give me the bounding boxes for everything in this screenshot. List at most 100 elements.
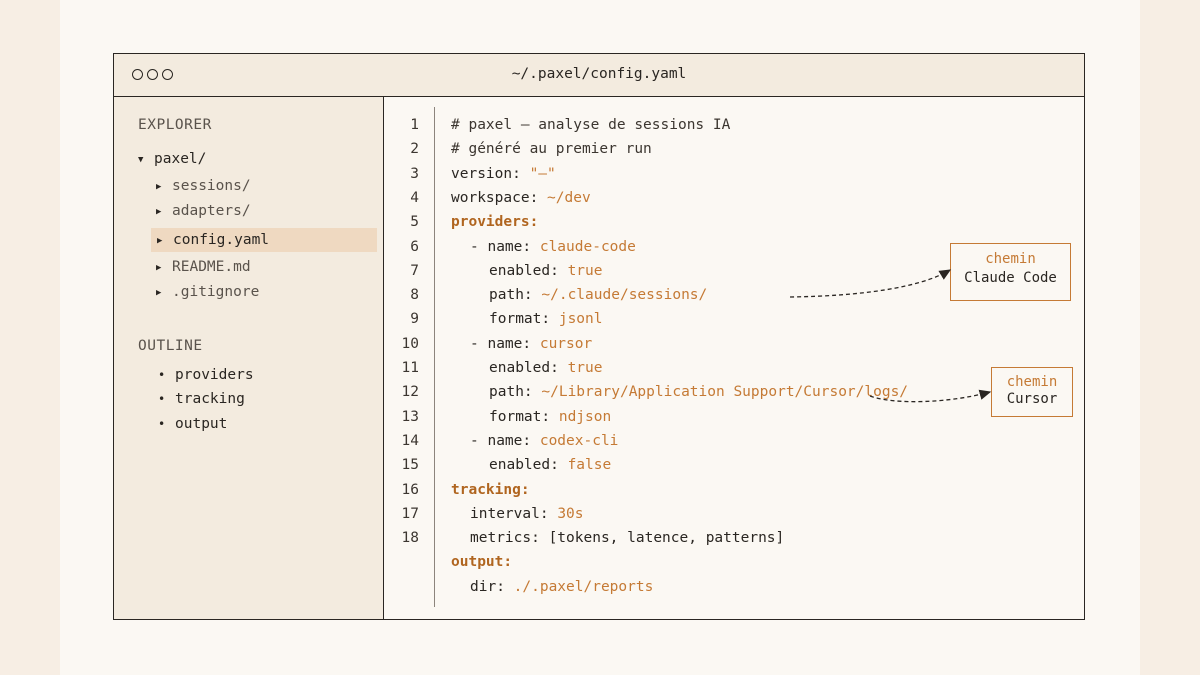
code-line[interactable]: - name: codex-cli	[470, 429, 618, 453]
bullet-icon: •	[158, 392, 166, 406]
line-number: 11	[401, 360, 419, 376]
outline-item-label: tracking	[175, 391, 245, 407]
code-key: metrics: [tokens, latence, patterns]	[470, 530, 785, 547]
gutter-divider	[434, 107, 435, 607]
tree-folder-sessions[interactable]: ▶ sessions/	[156, 174, 251, 198]
line-number: 3	[410, 165, 419, 182]
code-value: jsonl	[558, 311, 603, 328]
tree-folder-paxel[interactable]: ▼ paxel/	[138, 147, 206, 171]
chevron-right-icon: ▶	[156, 288, 162, 298]
callout-label: chemin	[985, 251, 1036, 267]
code-line[interactable]: # paxel — analyse de sessions IA	[451, 113, 730, 137]
title-bar: ~/.paxel/config.yaml	[114, 54, 1084, 97]
code-key: path:	[489, 287, 542, 304]
code-key: format:	[489, 408, 559, 425]
window-title: ~/.paxel/config.yaml	[511, 66, 687, 82]
callout-target: Claude Code	[964, 270, 1057, 286]
code-value: claude-code	[539, 238, 636, 255]
editor-window: ~/.paxel/config.yaml EXPLORER ▼ paxel/ ▶ s…	[113, 53, 1085, 620]
code-section-key: tracking:	[451, 481, 530, 498]
code-key: path:	[489, 384, 542, 401]
callout-claude-code: chemin Claude Code	[950, 243, 1071, 301]
code-line[interactable]: path: ~/.claude/sessions/	[489, 283, 707, 307]
code-key: format:	[489, 311, 559, 328]
code-line[interactable]: enabled: true	[489, 259, 603, 283]
outline-item-providers[interactable]: • providers	[158, 363, 254, 387]
code-key: enabled:	[489, 360, 568, 376]
line-number: 17	[401, 505, 419, 522]
chevron-right-icon: ▶	[156, 263, 162, 273]
callout-label: chemin	[1006, 374, 1058, 390]
code-line[interactable]: workspace: ~/dev	[451, 186, 591, 210]
callout-cursor: chemin Cursor	[991, 367, 1073, 417]
tree-item-label: sessions/	[172, 178, 251, 194]
code-key: enabled:	[489, 457, 568, 474]
line-number: 10	[401, 335, 419, 352]
code-value: "—"	[529, 165, 556, 182]
code-value: ~/dev	[547, 189, 591, 206]
code-line[interactable]: interval: 30s	[470, 502, 584, 526]
code-line[interactable]: path: ~/Library/Application Support/Curs…	[489, 380, 908, 404]
code-editor[interactable]: 1 2 3 4 5 6 7 8 9 10 11 12 13 14 15 16 17 18 # paxel — ana…	[384, 97, 1084, 619]
code-key: - name:	[470, 238, 540, 255]
line-number: 12	[401, 384, 419, 401]
code-value: codex-cli	[539, 432, 619, 449]
code-key: - name:	[470, 432, 540, 449]
code-line[interactable]: providers:	[451, 210, 538, 234]
line-number: 14	[401, 432, 419, 449]
code-line[interactable]: enabled: true	[489, 356, 603, 380]
outline-title: OUTLINE	[138, 338, 203, 354]
tree-item-label: paxel/	[154, 151, 207, 167]
code-line[interactable]: version: "—"	[451, 162, 556, 186]
code-key: workspace:	[451, 189, 548, 206]
outline-item-label: output	[175, 416, 228, 432]
chevron-right-icon: ▶	[156, 207, 162, 217]
code-value: ./.paxel/reports	[513, 578, 654, 595]
code-line[interactable]: metrics: [tokens, latence, patterns]	[470, 526, 784, 550]
outline-item-output[interactable]: • output	[158, 412, 227, 436]
outline-item-tracking[interactable]: • tracking	[158, 387, 245, 411]
code-key: version:	[451, 165, 530, 182]
line-number: 2	[410, 141, 419, 158]
chevron-right-icon: ▶	[156, 182, 162, 192]
code-value: cursor	[539, 335, 593, 352]
code-line[interactable]: dir: ./.paxel/reports	[470, 575, 653, 599]
code-section-key: output:	[451, 554, 513, 571]
code-line[interactable]: - name: claude-code	[470, 235, 636, 259]
code-value: false	[567, 457, 612, 474]
code-value: ~/Library/Application Support/Cursor/log…	[541, 384, 909, 401]
tree-folder-adapters[interactable]: ▶ adapters/	[156, 199, 251, 223]
line-number: 15	[401, 457, 419, 474]
code-value: ndjson	[558, 408, 612, 425]
tree-file-config-yaml[interactable]: ▶ config.yaml	[151, 228, 377, 252]
line-number: 5	[410, 214, 419, 231]
chevron-down-icon: ▼	[138, 155, 144, 165]
tree-file-readme[interactable]: ▶ README.md	[156, 255, 251, 279]
callout-target: Cursor	[1006, 391, 1058, 407]
code-line[interactable]: format: ndjson	[489, 405, 611, 429]
code-value: ~/.claude/sessions/	[541, 287, 708, 304]
code-value: 30s	[557, 505, 584, 522]
code-line[interactable]: output:	[451, 550, 512, 574]
outline-item-label: providers	[175, 367, 254, 383]
code-line[interactable]: - name: cursor	[470, 332, 592, 356]
line-number: 9	[410, 311, 419, 328]
code-key: enabled:	[489, 262, 568, 279]
tree-item-label: adapters/	[172, 203, 251, 219]
tree-item-label: config.yaml	[173, 232, 270, 248]
line-number: 18	[401, 530, 419, 547]
code-line[interactable]: tracking:	[451, 478, 530, 502]
line-number: 1	[410, 117, 419, 133]
code-line[interactable]: enabled: false	[489, 453, 611, 477]
tree-item-label: README.md	[172, 259, 251, 275]
tree-file-gitignore[interactable]: ▶ .gitignore	[156, 280, 259, 304]
line-number: 16	[401, 481, 419, 498]
code-key: dir:	[470, 578, 514, 595]
sidebar: EXPLORER ▼ paxel/ ▶ sessions/ ▶ adapters/ ▶…	[114, 97, 384, 619]
code-section-key: providers:	[451, 214, 539, 231]
code-key: - name:	[470, 335, 540, 352]
chevron-right-icon: ▶	[157, 236, 163, 246]
line-number: 6	[410, 238, 419, 255]
code-line[interactable]: # généré au premier run	[451, 137, 652, 161]
code-line[interactable]: format: jsonl	[489, 307, 603, 331]
